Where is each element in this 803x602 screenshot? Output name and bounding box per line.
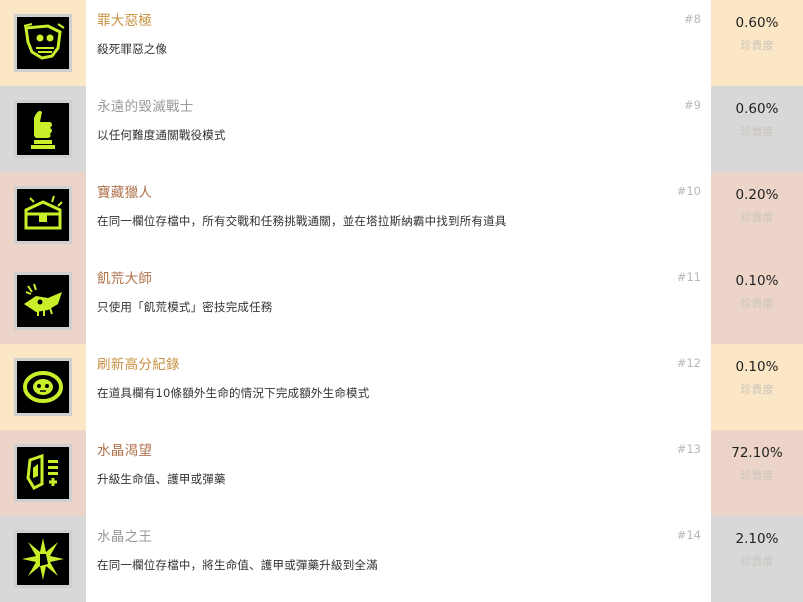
unlock-percent: 0.60%: [735, 101, 779, 117]
icon-cell: [0, 344, 86, 430]
rarity-label: 珍貴度: [740, 125, 774, 138]
rarity-label: 珍貴度: [740, 297, 774, 310]
rarity-cell: 0.20% 珍貴度: [711, 172, 803, 258]
achievement-title: 飢荒大師: [97, 271, 153, 287]
crystal-shield-icon: [14, 444, 72, 502]
achievement-row[interactable]: 刷新高分紀錄 在道具欄有10條額外生命的情況下完成額外生命模式 #12 0.10…: [0, 344, 803, 430]
achievement-row[interactable]: 罪大惡極 殺死罪惡之像 #8 0.60% 珍貴度: [0, 0, 803, 86]
beast-skull-icon: [14, 272, 72, 330]
icon-cell: [0, 258, 86, 344]
achievement-description: 以任何難度通關戰役模式: [97, 128, 226, 142]
skull-ring-icon: [14, 358, 72, 416]
rarity-cell: 0.10% 珍貴度: [711, 344, 803, 430]
unlock-percent: 0.20%: [735, 187, 779, 203]
achievement-title: 水晶渴望: [97, 443, 153, 459]
achievement-info: 永遠的毀滅戰士 以任何難度通關戰役模式 #9: [86, 86, 711, 172]
rarity-cell: 2.10% 珍貴度: [711, 516, 803, 602]
icon-cell: [0, 430, 86, 516]
rarity-label: 珍貴度: [740, 211, 774, 224]
rarity-cell: 0.60% 珍貴度: [711, 0, 803, 86]
achievement-info: 水晶之王 在同一欄位存檔中，將生命值、護甲或彈藥升級到全滿 #14: [86, 516, 711, 602]
achievement-title: 刷新高分紀錄: [97, 357, 180, 373]
unlock-percent: 2.10%: [735, 531, 779, 547]
achievement-row[interactable]: 永遠的毀滅戰士 以任何難度通關戰役模式 #9 0.60% 珍貴度: [0, 86, 803, 172]
achievement-description: 升級生命值、護甲或彈藥: [97, 472, 226, 486]
rarity-cell: 72.10% 珍貴度: [711, 430, 803, 516]
achievement-description: 在同一欄位存檔中，所有交戰和任務挑戰通關，並在塔拉斯納霸中找到所有道具: [97, 214, 507, 228]
achievement-info: 寶藏獵人 在同一欄位存檔中，所有交戰和任務挑戰通關，並在塔拉斯納霸中找到所有道具…: [86, 172, 711, 258]
icon-cell: [0, 0, 86, 86]
achievement-row[interactable]: 飢荒大師 只使用「飢荒模式」密技完成任務 #11 0.10% 珍貴度: [0, 258, 803, 344]
achievement-description: 在同一欄位存檔中，將生命值、護甲或彈藥升級到全滿: [97, 558, 378, 572]
rarity-label: 珍貴度: [740, 469, 774, 482]
skull-banner-icon: [14, 14, 72, 72]
achievement-rank: #8: [684, 12, 701, 26]
achievement-list: 罪大惡極 殺死罪惡之像 #8 0.60% 珍貴度 永遠的毀滅戰士 以任何難度通關…: [0, 0, 803, 602]
icon-cell: [0, 516, 86, 602]
achievement-info: 罪大惡極 殺死罪惡之像 #8: [86, 0, 711, 86]
achievement-rank: #13: [676, 442, 701, 456]
achievement-rank: #11: [676, 270, 701, 284]
icon-cell: [0, 172, 86, 258]
achievement-description: 在道具欄有10條額外生命的情況下完成額外生命模式: [97, 386, 370, 400]
thumbs-up-trophy-icon: [14, 100, 72, 158]
achievement-row[interactable]: 水晶之王 在同一欄位存檔中，將生命值、護甲或彈藥升級到全滿 #14 2.10% …: [0, 516, 803, 602]
achievement-rank: #10: [676, 184, 701, 198]
achievement-title: 寶藏獵人: [97, 185, 153, 201]
achievement-title: 永遠的毀滅戰士: [97, 99, 194, 115]
achievement-rank: #12: [676, 356, 701, 370]
achievement-row[interactable]: 寶藏獵人 在同一欄位存檔中，所有交戰和任務挑戰通關，並在塔拉斯納霸中找到所有道具…: [0, 172, 803, 258]
achievement-rank: #9: [684, 98, 701, 112]
rarity-cell: 0.10% 珍貴度: [711, 258, 803, 344]
icon-cell: [0, 86, 86, 172]
achievement-description: 只使用「飢荒模式」密技完成任務: [97, 300, 273, 314]
unlock-percent: 0.60%: [735, 15, 779, 31]
unlock-percent: 0.10%: [735, 359, 779, 375]
achievement-rank: #14: [676, 528, 701, 542]
treasure-chest-icon: [14, 186, 72, 244]
achievement-title: 水晶之王: [97, 529, 153, 545]
achievement-info: 水晶渴望 升級生命值、護甲或彈藥 #13: [86, 430, 711, 516]
achievement-title: 罪大惡極: [97, 13, 153, 29]
achievement-info: 刷新高分紀錄 在道具欄有10條額外生命的情況下完成額外生命模式 #12: [86, 344, 711, 430]
achievement-row[interactable]: 水晶渴望 升級生命值、護甲或彈藥 #13 72.10% 珍貴度: [0, 430, 803, 516]
rarity-label: 珍貴度: [740, 39, 774, 52]
rarity-label: 珍貴度: [740, 383, 774, 396]
crystal-burst-icon: [14, 530, 72, 588]
achievement-info: 飢荒大師 只使用「飢荒模式」密技完成任務 #11: [86, 258, 711, 344]
unlock-percent: 72.10%: [731, 445, 783, 461]
achievement-description: 殺死罪惡之像: [97, 42, 168, 56]
rarity-cell: 0.60% 珍貴度: [711, 86, 803, 172]
rarity-label: 珍貴度: [740, 555, 774, 568]
unlock-percent: 0.10%: [735, 273, 779, 289]
